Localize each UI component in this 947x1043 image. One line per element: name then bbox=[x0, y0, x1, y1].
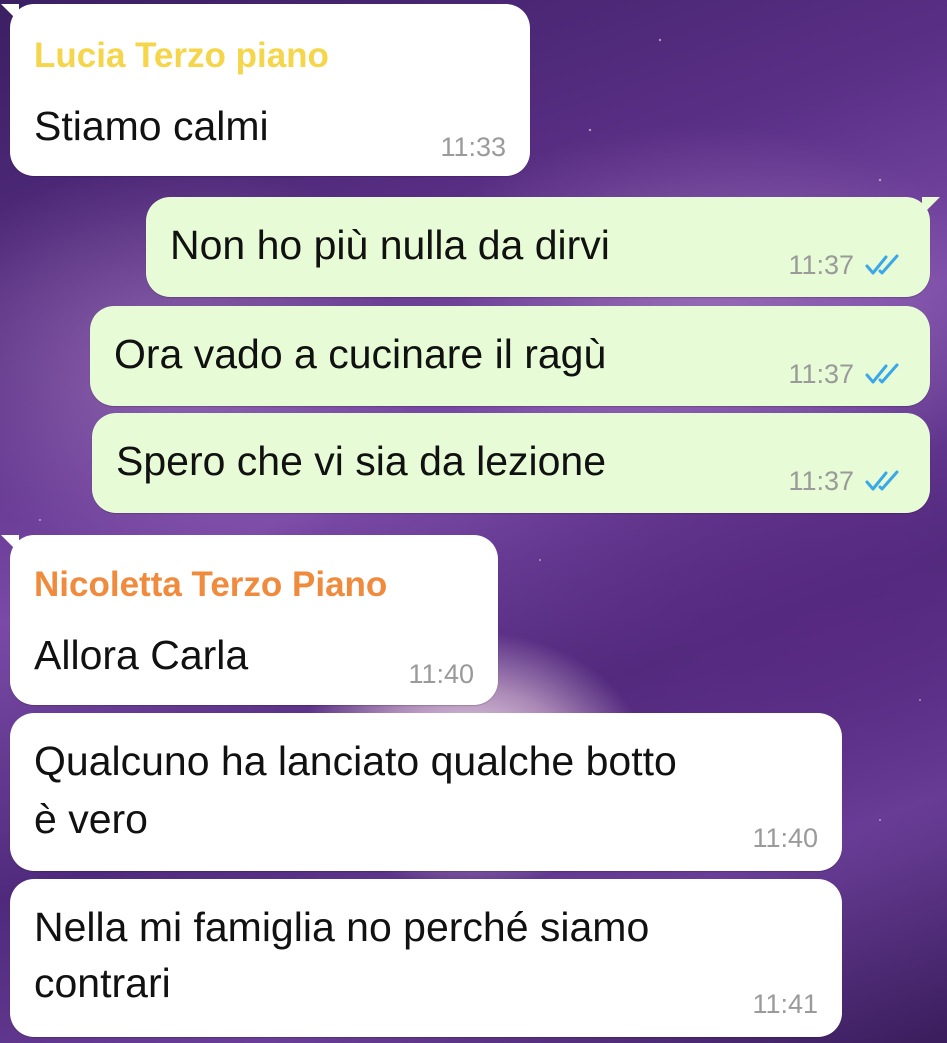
chat-message-list[interactable]: Lucia Terzo piano Stiamo calmi 11:33 Non… bbox=[0, 0, 947, 1043]
sender-name: Lucia Terzo piano bbox=[34, 36, 329, 75]
message-timestamp: 11:37 bbox=[788, 466, 854, 496]
message-text: Ora vado a cucinare il ragù bbox=[114, 331, 607, 377]
message-bubble-outgoing[interactable]: Spero che vi sia da lezione 11:37 bbox=[92, 413, 930, 513]
message-text: Non ho più nulla da dirvi bbox=[170, 222, 610, 268]
message-bubble-outgoing[interactable]: Ora vado a cucinare il ragù 11:37 bbox=[90, 306, 930, 406]
message-timestamp: 11:40 bbox=[752, 823, 818, 853]
message-bubble-incoming[interactable]: Nicoletta Terzo Piano Allora Carla 11:40 bbox=[1, 535, 498, 705]
message-text-line: è vero bbox=[34, 796, 148, 842]
message-timestamp: 11:37 bbox=[788, 250, 854, 280]
double-check-read-icon bbox=[865, 470, 899, 491]
message-text-line: Nella mi famiglia no perché siamo bbox=[34, 904, 650, 950]
message-timestamp: 11:33 bbox=[440, 132, 506, 162]
message-bubble-incoming[interactable]: Lucia Terzo piano Stiamo calmi 11:33 bbox=[1, 4, 530, 176]
double-check-read-icon bbox=[865, 254, 899, 275]
message-timestamp: 11:41 bbox=[752, 989, 818, 1019]
message-text-line: Qualcuno ha lanciato qualche botto bbox=[34, 738, 677, 784]
message-text: Stiamo calmi bbox=[34, 103, 269, 149]
double-check-read-icon bbox=[865, 363, 899, 384]
message-timestamp: 11:37 bbox=[788, 359, 854, 389]
message-timestamp: 11:40 bbox=[408, 659, 474, 689]
message-text: Spero che vi sia da lezione bbox=[116, 438, 607, 484]
message-text-line: contrari bbox=[34, 960, 171, 1006]
message-bubble-incoming[interactable]: Qualcuno ha lanciato qualche botto è ver… bbox=[10, 713, 842, 871]
message-bubble-incoming[interactable]: Nella mi famiglia no perché siamo contra… bbox=[10, 879, 842, 1037]
message-text: Allora Carla bbox=[34, 632, 249, 678]
message-bubble-outgoing[interactable]: Non ho più nulla da dirvi 11:37 bbox=[146, 197, 940, 297]
sender-name: Nicoletta Terzo Piano bbox=[34, 565, 388, 604]
